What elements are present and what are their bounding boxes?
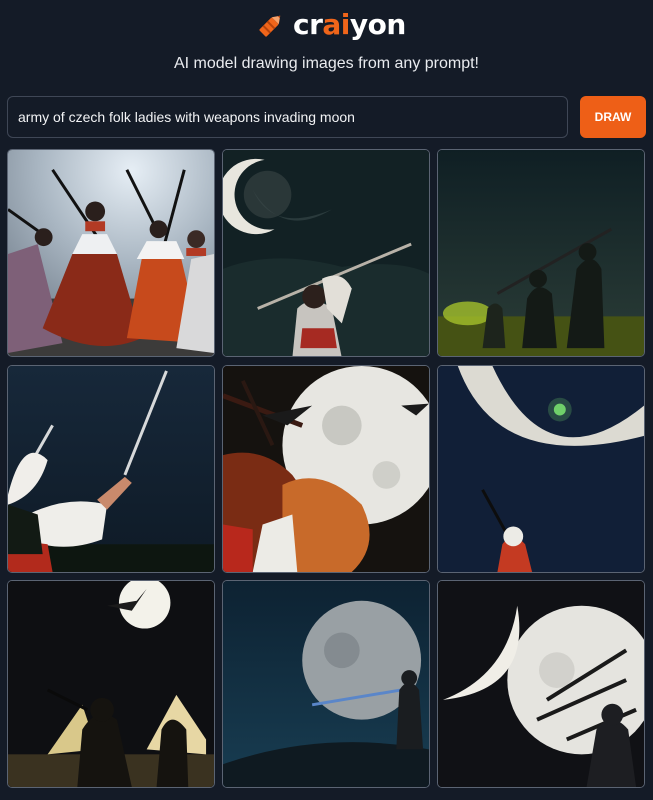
result-image-2[interactable] — [222, 149, 430, 357]
result-image-9[interactable] — [437, 580, 645, 788]
result-image-6-art — [438, 366, 644, 572]
result-image-1-art — [8, 150, 214, 356]
result-image-3-art — [438, 150, 644, 356]
result-image-8[interactable] — [222, 580, 430, 788]
result-image-3[interactable] — [437, 149, 645, 357]
result-image-4-art — [8, 366, 214, 572]
result-image-7-art — [8, 581, 214, 787]
result-image-4[interactable] — [7, 365, 215, 573]
result-image-7[interactable] — [7, 580, 215, 788]
result-image-1[interactable] — [7, 149, 215, 357]
result-image-5-art — [223, 366, 429, 572]
result-image-8-art — [223, 581, 429, 787]
result-image-6[interactable] — [437, 365, 645, 573]
result-image-5[interactable] — [222, 365, 430, 573]
results-grid — [0, 0, 653, 800]
result-image-2-art — [223, 150, 429, 356]
result-image-9-art — [438, 581, 644, 787]
